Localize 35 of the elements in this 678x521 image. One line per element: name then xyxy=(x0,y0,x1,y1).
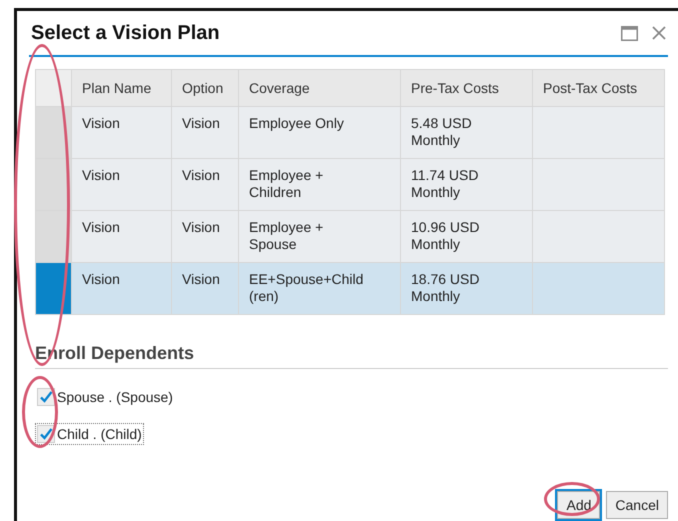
table-cell-text: Vision xyxy=(182,271,221,288)
row-selector[interactable] xyxy=(36,158,72,210)
close-icon[interactable] xyxy=(652,26,666,40)
column-header: Option xyxy=(172,70,238,106)
row-selector[interactable] xyxy=(36,262,72,314)
table-cell-text: Vision xyxy=(82,271,121,288)
maximize-icon[interactable] xyxy=(621,26,638,40)
table-cell-text: Employee + Children xyxy=(249,167,324,201)
column-header: Pre-Tax Costs xyxy=(400,70,532,106)
table-cell-text: Employee + Spouse xyxy=(249,219,324,253)
table-cell-text: 10.96 USD Monthly xyxy=(411,219,480,253)
column-header: Post-Tax Costs xyxy=(532,70,664,106)
table-cell-text: Vision xyxy=(182,115,221,132)
dialog-button[interactable]: Cancel xyxy=(606,491,668,519)
checkbox-row[interactable]: Spouse . (Spouse) xyxy=(35,386,175,408)
table-cell-text: Vision xyxy=(182,219,221,236)
dialog-title: Select a Vision Plan xyxy=(30,22,221,44)
checkbox-label: Child . (Child) xyxy=(57,426,142,442)
table-cell-text: Vision xyxy=(82,115,121,132)
row-selector[interactable] xyxy=(36,106,72,158)
table-cell-text: Employee Only xyxy=(249,115,345,132)
table-cell-text: Vision xyxy=(182,167,221,184)
column-header: Plan Name xyxy=(72,70,172,106)
column-header: Coverage xyxy=(238,70,400,106)
checkbox-row[interactable]: Child . (Child) xyxy=(35,423,144,445)
table-cell-text: Vision xyxy=(82,219,121,236)
checkbox-label: Spouse . (Spouse) xyxy=(57,389,173,405)
table-cell-text: 5.48 USD Monthly xyxy=(411,115,473,149)
table-cell-text: Vision xyxy=(82,167,121,184)
table-cell-text: 18.76 USD Monthly xyxy=(411,271,480,305)
table-cell-text: 11.74 USD Monthly xyxy=(411,167,480,201)
row-selector[interactable] xyxy=(36,210,72,262)
annotation-ellipse xyxy=(22,376,58,448)
annotation-ellipse xyxy=(544,482,600,516)
checkbox[interactable] xyxy=(37,388,55,406)
